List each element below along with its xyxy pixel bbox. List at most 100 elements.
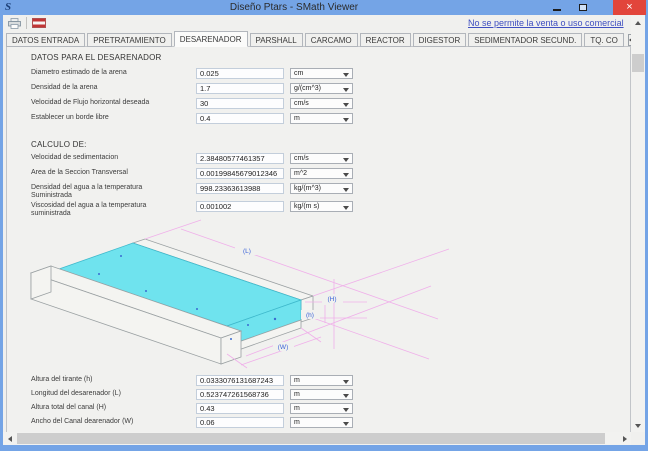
language-flag-icon[interactable] xyxy=(32,18,46,28)
tab-reactor[interactable]: REACTOR xyxy=(360,33,411,47)
tab-sedimentador-secund[interactable]: SEDIMENTADOR SECUND. xyxy=(468,33,582,47)
field-value-input[interactable] xyxy=(196,417,284,428)
field-row: Diametro estimado de la arena cm xyxy=(7,68,630,80)
chevron-down-icon xyxy=(343,206,349,210)
field-value-input[interactable] xyxy=(196,183,284,194)
minimize-button[interactable] xyxy=(546,0,568,15)
scroll-up-button[interactable] xyxy=(631,16,645,29)
unit-dropdown[interactable]: m^2 xyxy=(290,168,353,179)
unit-dropdown[interactable]: m xyxy=(290,403,353,414)
horizontal-scrollbar[interactable] xyxy=(3,432,631,445)
tab-tq-co[interactable]: TQ. CO xyxy=(584,33,624,47)
field-row: Velocidad de sedimentacion cm/s xyxy=(7,153,630,165)
field-row: Area de la Seccion Transversal m^2 xyxy=(7,168,630,180)
calc-section-heading: CALCULO DE: xyxy=(31,140,87,149)
unit-value: cm/s xyxy=(294,155,309,162)
unit-dropdown[interactable]: g/(cm^3) xyxy=(290,83,353,94)
field-label: Velocidad de Flujo horizontal deseada xyxy=(31,99,181,107)
field-label: Diametro estimado de la arena xyxy=(31,69,181,77)
field-value-input[interactable] xyxy=(196,68,284,79)
vertical-scrollbar[interactable] xyxy=(631,16,645,432)
maximize-icon xyxy=(579,4,587,11)
desarenador-tab-page: DATOS PARA EL DESARENADOR Diametro estim… xyxy=(6,46,631,432)
app-window: S Diseño Ptars - SMath Viewer × No se pe… xyxy=(0,0,648,451)
tab-parshall[interactable]: PARSHALL xyxy=(250,33,303,47)
page-title: DATOS PARA EL DESARENADOR xyxy=(31,53,162,62)
unit-value: kg/(m s) xyxy=(294,203,319,210)
titlebar: S Diseño Ptars - SMath Viewer × xyxy=(0,0,648,15)
dim-label-L: (L) xyxy=(243,248,251,255)
license-link[interactable]: No se permite la venta o uso comercial xyxy=(468,18,631,28)
unit-dropdown[interactable]: m xyxy=(290,389,353,400)
chevron-down-icon xyxy=(343,380,349,384)
unit-value: m^2 xyxy=(294,170,307,177)
field-label: Establecer un borde libre xyxy=(31,114,181,122)
unit-value: kg/(m^3) xyxy=(294,185,321,192)
tab-scroll-button[interactable] xyxy=(628,34,631,46)
field-value-input[interactable] xyxy=(196,389,284,400)
tab-carcamo[interactable]: CARCAMO xyxy=(305,33,358,47)
field-value-input[interactable] xyxy=(196,375,284,386)
dim-label-W: (W) xyxy=(278,344,288,351)
scroll-left-button[interactable] xyxy=(3,432,16,445)
tab-strip: DATOS ENTRADA PRETRATAMIENTO DESARENADOR… xyxy=(6,31,631,47)
scroll-down-button[interactable] xyxy=(631,419,645,432)
unit-dropdown[interactable]: cm/s xyxy=(290,153,353,164)
desarenador-isometric-diagram: (L) (H) (h) (W) xyxy=(29,219,449,371)
client-area: No se permite la venta o uso comercial D… xyxy=(3,15,645,445)
unit-dropdown[interactable]: kg/(m s) xyxy=(290,201,353,212)
unit-dropdown[interactable]: m xyxy=(290,375,353,386)
field-row: Velocidad de Flujo horizontal deseada cm… xyxy=(7,98,630,110)
field-label: Altura del tirante (h) xyxy=(31,376,181,384)
unit-value: m xyxy=(294,405,300,412)
vertical-scroll-thumb[interactable] xyxy=(632,54,644,72)
field-label: Ancho del Canal dearenador (W) xyxy=(31,418,181,426)
unit-dropdown[interactable]: cm xyxy=(290,68,353,79)
unit-dropdown[interactable]: m xyxy=(290,113,353,124)
field-label: Altura total del canal (H) xyxy=(31,404,181,412)
arrow-down-icon xyxy=(635,424,641,428)
print-button[interactable] xyxy=(8,18,21,29)
chevron-down-icon xyxy=(343,103,349,107)
arrow-left-icon xyxy=(8,436,12,442)
tab-desarenador[interactable]: DESARENADOR xyxy=(174,31,248,47)
field-label: Area de la Seccion Transversal xyxy=(31,169,181,177)
smath-logo-icon: S xyxy=(5,1,11,13)
field-value-input[interactable] xyxy=(196,113,284,124)
field-value-input[interactable] xyxy=(196,201,284,212)
chevron-down-icon xyxy=(343,188,349,192)
unit-dropdown[interactable]: cm/s xyxy=(290,98,353,109)
field-row: Densidad del agua a la temperatura Sumin… xyxy=(7,183,630,201)
tab-digestor[interactable]: DIGESTOR xyxy=(413,33,467,47)
tab-pretratamiento[interactable]: PRETRATAMIENTO xyxy=(87,33,171,47)
unit-dropdown[interactable]: m xyxy=(290,417,353,428)
unit-value: cm/s xyxy=(294,100,309,107)
toolbar-separator xyxy=(26,17,27,29)
horizontal-scroll-thumb[interactable] xyxy=(17,433,605,444)
chevron-down-icon xyxy=(343,88,349,92)
unit-value: m xyxy=(294,377,300,384)
field-row: Ancho del Canal dearenador (W) m xyxy=(7,417,630,429)
maximize-button[interactable] xyxy=(570,0,596,15)
field-label: Densidad de la arena xyxy=(31,84,181,92)
field-value-input[interactable] xyxy=(196,168,284,179)
field-label: Viscosidad del agua a la temperatura sum… xyxy=(31,202,181,218)
field-value-input[interactable] xyxy=(196,83,284,94)
unit-dropdown[interactable]: kg/(m^3) xyxy=(290,183,353,194)
window-title: Diseño Ptars - SMath Viewer xyxy=(60,2,528,13)
tab-datos-entrada[interactable]: DATOS ENTRADA xyxy=(6,33,85,47)
field-row: Longitud del desarenador (L) m xyxy=(7,389,630,401)
unit-value: m xyxy=(294,419,300,426)
close-button[interactable]: × xyxy=(613,0,646,15)
unit-value: cm xyxy=(294,70,303,77)
minimize-icon xyxy=(553,9,561,11)
field-value-input[interactable] xyxy=(196,153,284,164)
field-value-input[interactable] xyxy=(196,98,284,109)
unit-value: g/(cm^3) xyxy=(294,85,321,92)
scroll-right-button[interactable] xyxy=(618,432,631,445)
field-value-input[interactable] xyxy=(196,403,284,414)
chevron-left-icon xyxy=(629,37,631,43)
toolbar: No se permite la venta o uso comercial xyxy=(3,15,631,31)
arrow-up-icon xyxy=(635,21,641,25)
chevron-down-icon xyxy=(343,408,349,412)
